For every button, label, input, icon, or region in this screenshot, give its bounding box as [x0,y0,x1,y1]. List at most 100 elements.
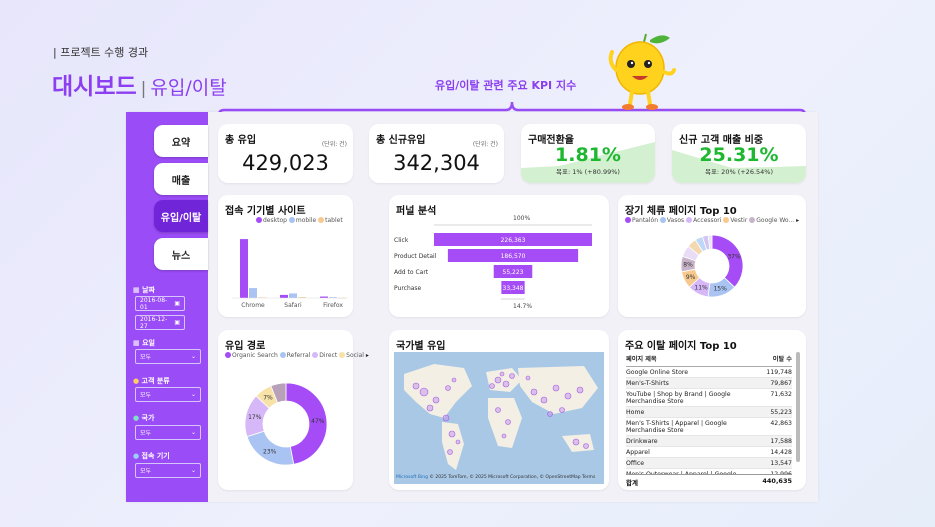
customer-icon: ● [133,377,142,385]
weekday-value: 모두 [140,354,152,361]
table-total-row: 합계 440,635 [626,474,792,487]
x-tick-label: Firefox [323,302,343,309]
device-value: 모두 [140,468,152,475]
slice-label: 7% [263,395,273,402]
tab-summary[interactable]: 요약 [154,125,208,157]
kpi-goal: 목표: 20% (+26.54%) [704,168,774,176]
bar-desktop [280,294,288,298]
slice-label: 9% [686,274,696,281]
funnel-card: 퍼널 분석 226,363 Click 186,570 Product Detail 5… [389,195,609,317]
title-divider: | [140,79,147,99]
customer-filter-label: ● 고객 분류 [133,376,170,386]
date-to-value: 2016-12-27 [140,315,168,330]
tab-inflow-churn[interactable]: 유입/이탈 [154,200,208,232]
device-filter-label: ● 접속 기기 [133,451,170,461]
kpi-card-conversion: 구매전환율 1.81% 목표: 1% (+80.99%) [521,124,655,183]
weekday-label-text: 요일 [142,339,155,347]
chevron-down-icon: ⌄ [190,391,196,398]
funnel-top-pct: 100% [513,215,531,222]
cell-count: 42,863 [770,419,792,427]
cell-count: 119,748 [766,368,792,376]
total-value: 440,635 [762,477,792,485]
funnel-chart: 226,363 Click 186,570 Product Detail 55,223 A… [394,224,592,300]
chart-title: 주요 이탈 페이지 Top 10 [625,341,737,352]
globe-icon: ● [133,414,142,422]
chevron-down-icon: ⌄ [190,353,196,360]
device-select[interactable]: 모두 ⌄ [135,463,201,478]
kpi-value: 1.81% [555,144,621,166]
col-page-header[interactable]: 페이지 제목 [626,354,657,363]
table-row[interactable]: YouTube | Shop by Brand | Google Merchan… [626,389,792,407]
date-from-field[interactable]: 2016-08-01 ▣ [135,296,185,311]
table-row[interactable]: Men's T-Shirts | Apparel | Google Mercha… [626,418,792,436]
weekday-select[interactable]: 모두 ⌄ [135,349,201,364]
funnel-stage-label: Purchase [394,285,422,292]
map-attribution: Microsoft Bing © 2025 TomTom, © 2025 Mic… [396,475,595,480]
customer-label-text: 고객 분류 [141,377,170,385]
country-label-text: 국가 [141,414,155,422]
table-scrollbar[interactable] [796,352,800,462]
cell-count: 14,428 [770,448,792,456]
funnel-stage-label: Product Detail [394,253,437,260]
table-row[interactable]: Office 13,547 [626,458,792,469]
chart-title: 국가별 유입 [396,341,446,352]
country-select[interactable]: 모두 ⌄ [135,425,201,440]
table-row[interactable]: Google Online Store 119,748 [626,367,792,378]
slice-label: 17% [248,414,262,421]
kpi-value: 429,023 [242,151,329,175]
kpi-card-new-inflow: 총 신규유입 (단위: 건) 342,304 [369,124,504,183]
device-label-text: 접속 기기 [141,452,170,460]
funnel-value-label: 226,363 [501,237,526,244]
cell-page: Office [626,459,645,467]
donut-slice [711,234,744,288]
country-filter-label: ● 국가 [133,413,154,423]
customer-select[interactable]: 모두 ⌄ [135,387,201,402]
kpi-title: 총 유입 [225,135,257,146]
attribution-text: © 2025 TomTom, © 2025 Microsoft Corporat… [429,475,596,480]
device-bar-chart: Chrome Safari Firefox [232,239,348,309]
bar-desktop [240,239,248,298]
x-tick-label: Chrome [241,302,265,309]
date-to-field[interactable]: 2016-12-27 ▣ [135,315,185,330]
weekday-filter-label: ▦ 요일 [133,338,155,348]
table-row[interactable]: Apparel 14,428 [626,447,792,458]
kpi-card-total-inflow: 총 유입 (단위: 건) 429,023 [218,124,353,183]
cell-page: Apparel [626,448,650,456]
exit-table: 페이지 제목 이탈 수 Google Online Store 119,748 Men… [626,354,792,475]
table-row[interactable]: Home 55,223 [626,407,792,418]
date-filter-label: ▦ 날짜 [133,285,155,295]
table-row[interactable]: Drinkware 17,588 [626,436,792,447]
kpi-label: 유입/이탈 관련 주요 KPI 지수 [435,79,577,92]
slice-label: 8% [683,261,693,268]
kpi-value: 25.31% [699,144,779,166]
kpi-unit: (단위: 건) [472,141,498,148]
table-body: Google Online Store 119,748 Men's-T-Shirts… [626,367,792,475]
long-stay-card: 장기 체류 페이지 Top 10 Pantalón Vasos Accessor… [618,195,806,317]
world-map[interactable] [394,352,604,484]
kpi-title: 총 신규유입 [376,135,426,146]
cell-page: Drinkware [626,437,658,445]
date-label-text: 날짜 [142,286,155,294]
traffic-donut: 47% 23% 17% 7% [244,382,328,466]
cell-count: 55,223 [770,408,792,416]
page-title: 대시보드 | 유입/이탈 [52,67,227,101]
cell-count: 13,547 [770,459,792,467]
bar-mobile [249,288,257,298]
calendar-icon: ▣ [174,300,180,307]
total-label: 합계 [626,479,638,487]
legend-next-icon[interactable]: ▸ [366,352,369,359]
device-chart-card: 접속 기기별 사이트 desktop mobile tablet Chrome S… [218,195,353,317]
tab-sales[interactable]: 매출 [154,163,208,195]
calendar-icon: ▣ [174,319,180,326]
calendar-icon: ▦ [133,286,143,294]
customer-value: 모두 [140,392,152,399]
slice-label: 47% [311,418,325,425]
col-count-header[interactable]: 이탈 수 [773,354,792,363]
tab-news[interactable]: 뉴스 [154,238,208,270]
table-row[interactable]: Men's-T-Shirts 79,867 [626,378,792,389]
slice-label: 23% [263,449,277,456]
kpi-unit: (단위: 건) [321,141,347,148]
chevron-down-icon: ⌄ [190,429,196,436]
cell-page: Google Online Store [626,368,689,376]
x-tick-label: Safari [284,302,302,309]
